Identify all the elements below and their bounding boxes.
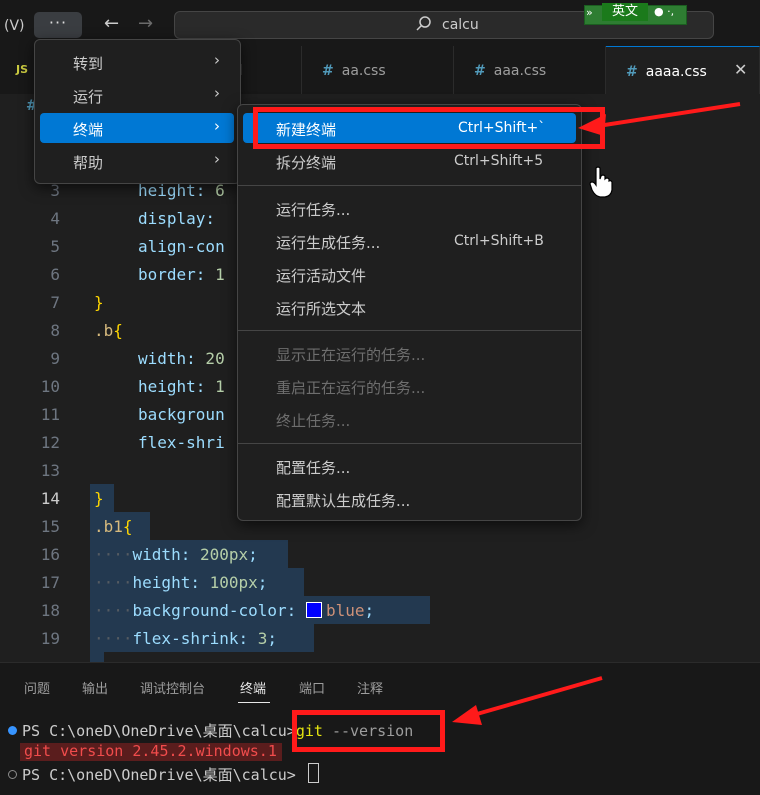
panel-tab-problems[interactable]: 问题 bbox=[24, 678, 50, 697]
annotation-box-git-command bbox=[292, 710, 445, 752]
terminal-submenu: 新建终端 Ctrl+Shift+` 拆分终端 Ctrl+Shift+5 运行任务..… bbox=[237, 104, 582, 521]
code-line: flex-shri bbox=[138, 433, 225, 452]
command-idle-dot-icon[interactable] bbox=[8, 770, 17, 779]
search-icon bbox=[416, 16, 431, 31]
line-number: 16 bbox=[40, 545, 60, 564]
panel-tab-ports[interactable]: 端口 bbox=[299, 678, 325, 697]
chevron-right-icon: › bbox=[214, 84, 220, 102]
terminal-output-line: git version 2.45.2.windows.1 bbox=[24, 742, 277, 760]
command-success-dot-icon[interactable] bbox=[8, 726, 17, 735]
code-line: width: 20 bbox=[138, 349, 225, 368]
close-tab-icon[interactable]: ✕ bbox=[734, 60, 747, 79]
css-hash-icon: # bbox=[626, 64, 638, 80]
code-line: .b1{ bbox=[94, 517, 133, 536]
code-line: display: bbox=[138, 209, 216, 228]
css-hash-icon: # bbox=[322, 63, 334, 79]
view-menu-fragment[interactable]: (V) bbox=[4, 18, 25, 34]
active-tab-indicator bbox=[238, 702, 270, 703]
code-line: ····background-color: blue; bbox=[94, 601, 375, 620]
code-line: border: 1 bbox=[138, 265, 225, 284]
panel-tab-debug-console[interactable]: 调试控制台 bbox=[140, 678, 205, 697]
line-number: 6 bbox=[50, 265, 60, 284]
ime-punctuation-indicator[interactable]: ● ·, bbox=[654, 5, 674, 18]
menu-item-goto[interactable]: 转到 › bbox=[40, 47, 234, 77]
ime-expand-icon[interactable]: » bbox=[586, 6, 593, 19]
menu-item-run[interactable]: 运行 › bbox=[40, 80, 234, 110]
menu-separator bbox=[238, 185, 581, 186]
line-number: 13 bbox=[40, 461, 60, 480]
chevron-right-icon: › bbox=[214, 51, 220, 69]
menu-item-run-task[interactable]: 运行任务... bbox=[243, 193, 576, 223]
line-number: 9 bbox=[50, 349, 60, 368]
more-menu-dropdown: 转到 › 运行 › 终端 › 帮助 › bbox=[34, 39, 241, 184]
forward-arrow-icon[interactable]: → bbox=[138, 13, 153, 34]
chevron-right-icon: › bbox=[214, 117, 220, 135]
line-number: 11 bbox=[40, 405, 60, 424]
menu-item-configure-default-build-task[interactable]: 配置默认生成任务... bbox=[243, 484, 576, 514]
line-number-current: 14 bbox=[40, 489, 60, 508]
annotation-box-new-terminal bbox=[253, 107, 605, 149]
line-number: 17 bbox=[40, 573, 60, 592]
menu-item-split-terminal[interactable]: 拆分终端 Ctrl+Shift+5 bbox=[243, 146, 576, 176]
js-icon: JS bbox=[16, 63, 29, 76]
tab-label: aa.css bbox=[341, 63, 386, 79]
code-line: .b{ bbox=[94, 321, 123, 340]
back-arrow-icon[interactable]: ← bbox=[104, 13, 119, 34]
code-line: align-con bbox=[138, 237, 225, 256]
line-number: 15 bbox=[40, 517, 60, 536]
panel-tab-terminal[interactable]: 终端 bbox=[240, 678, 266, 697]
line-number: 4 bbox=[50, 209, 60, 228]
menu-item-restart-running-task: 重启正在运行的任务... bbox=[276, 379, 426, 397]
panel-tab-output[interactable]: 输出 bbox=[82, 678, 108, 697]
line-number: 19 bbox=[40, 629, 60, 648]
more-menu-button[interactable]: ··· bbox=[34, 12, 82, 38]
css-hash-icon: # bbox=[474, 63, 486, 79]
menu-separator bbox=[238, 330, 581, 331]
terminal-line-2[interactable]: PS C:\oneD\OneDrive\桌面\calcu> bbox=[22, 764, 296, 785]
menu-separator bbox=[238, 443, 581, 444]
code-line: } bbox=[94, 293, 104, 312]
selection-highlight bbox=[90, 652, 104, 662]
line-number: 12 bbox=[40, 433, 60, 452]
terminal-cursor bbox=[308, 763, 319, 783]
hand-cursor-icon bbox=[589, 166, 613, 198]
code-line: ····height: 100px; bbox=[94, 573, 268, 592]
tab-aaa-css[interactable]: # aaa.css bbox=[454, 46, 606, 94]
chevron-right-icon: › bbox=[214, 150, 220, 168]
code-line: ····flex-shrink: 3; bbox=[94, 629, 278, 648]
menu-item-run-active-file[interactable]: 运行活动文件 bbox=[243, 259, 576, 289]
code-line: height: 1 bbox=[138, 377, 225, 396]
line-number: 7 bbox=[50, 293, 60, 312]
search-text: calcu bbox=[442, 17, 479, 33]
color-swatch[interactable] bbox=[305, 602, 322, 618]
code-line: backgroun bbox=[138, 405, 225, 424]
line-number: 18 bbox=[40, 601, 60, 620]
tab-label: aaa.css bbox=[493, 63, 547, 79]
menu-item-terminate-task: 终止任务... bbox=[276, 412, 351, 430]
menu-item-run-build-task[interactable]: 运行生成任务... Ctrl+Shift+B bbox=[243, 226, 576, 256]
line-number: 5 bbox=[50, 237, 60, 256]
menu-item-configure-tasks[interactable]: 配置任务... bbox=[243, 451, 576, 481]
tab-label: aaaa.css bbox=[645, 64, 707, 80]
ime-language-label[interactable]: 英文 bbox=[602, 3, 648, 21]
line-number: 8 bbox=[50, 321, 60, 340]
code-line: ····width: 200px; bbox=[94, 545, 258, 564]
menu-item-run-selected-text[interactable]: 运行所选文本 bbox=[243, 292, 576, 322]
menu-item-help[interactable]: 帮助 › bbox=[40, 146, 234, 176]
tab-aa-css[interactable]: # aa.css bbox=[302, 46, 454, 94]
panel-tab-comments[interactable]: 注释 bbox=[357, 678, 383, 697]
menu-item-terminal[interactable]: 终端 › bbox=[40, 113, 234, 143]
menu-item-show-running-tasks: 显示正在运行的任务... bbox=[276, 346, 426, 364]
line-number: 10 bbox=[40, 377, 60, 396]
code-line: } bbox=[94, 489, 104, 508]
